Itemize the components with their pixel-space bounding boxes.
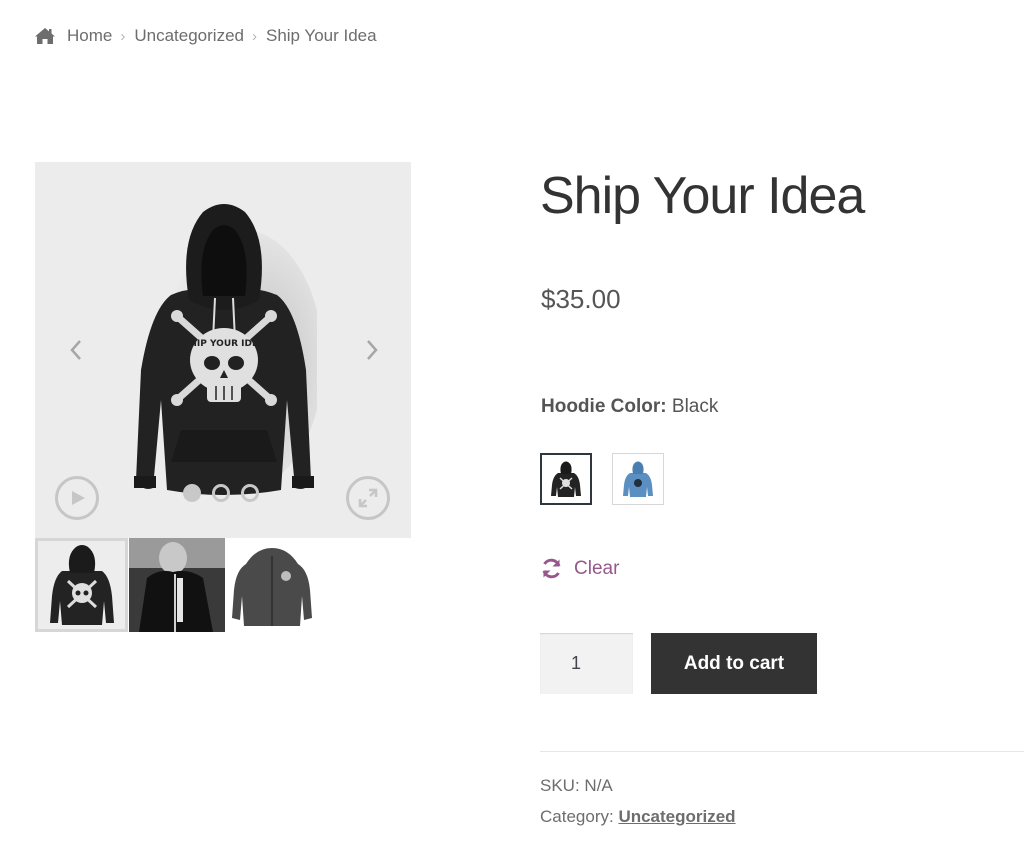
category-label: Category: bbox=[540, 807, 614, 826]
clear-label: Clear bbox=[574, 557, 620, 579]
clear-selection-link[interactable]: Clear bbox=[540, 557, 619, 580]
black-hoodie-swatch-image bbox=[551, 461, 581, 497]
breadcrumb-current: Ship Your Idea bbox=[265, 26, 377, 45]
gallery-pagination bbox=[183, 484, 259, 502]
variation-selected-value: Black bbox=[671, 396, 719, 417]
product-price: $35.00 bbox=[541, 284, 621, 314]
divider bbox=[540, 751, 1024, 752]
zip-hoodie-image bbox=[232, 548, 312, 626]
gallery-dot-2[interactable] bbox=[212, 484, 230, 502]
sku-label: SKU: bbox=[540, 776, 580, 795]
black-hoodie-image: SHIP YOUR IDEA bbox=[134, 204, 317, 495]
color-swatches bbox=[540, 453, 664, 505]
play-icon bbox=[72, 491, 85, 505]
gallery-thumbnails bbox=[35, 538, 320, 632]
home-icon bbox=[35, 28, 55, 44]
gallery-dot-1[interactable] bbox=[183, 484, 201, 502]
breadcrumb-separator-icon: › bbox=[120, 27, 126, 45]
refresh-icon bbox=[542, 558, 561, 579]
variation-attribute-name: Hoodie Color bbox=[541, 396, 661, 417]
breadcrumb: Home › Uncategorized › Ship Your Idea bbox=[34, 22, 377, 50]
gallery-prev-arrow-icon[interactable] bbox=[65, 336, 87, 364]
swatch-blue[interactable] bbox=[612, 453, 664, 505]
breadcrumb-category-link[interactable]: Uncategorized bbox=[134, 26, 244, 46]
product-title: Ship Your Idea bbox=[540, 167, 865, 225]
play-video-button[interactable] bbox=[55, 476, 99, 520]
gallery-dot-3[interactable] bbox=[241, 484, 259, 502]
gallery-next-arrow-icon[interactable] bbox=[361, 336, 383, 364]
category-link[interactable]: Uncategorized bbox=[618, 807, 735, 826]
breadcrumb-home-link[interactable]: Home bbox=[67, 26, 112, 46]
quantity-input[interactable] bbox=[540, 633, 633, 694]
sku-value: N/A bbox=[584, 776, 613, 795]
zoom-fullscreen-button[interactable] bbox=[346, 476, 390, 520]
thumbnail-model-hoodie[interactable] bbox=[129, 538, 225, 632]
add-to-cart-button[interactable]: Add to cart bbox=[651, 633, 817, 694]
variation-label: Hoodie Color: Black bbox=[541, 396, 718, 418]
thumbnail-black-hoodie[interactable] bbox=[35, 538, 128, 632]
thumbnail-zip-hoodie[interactable] bbox=[226, 538, 320, 632]
variation-separator: : bbox=[660, 396, 667, 417]
black-hoodie-thumb-image bbox=[50, 545, 114, 625]
blue-hoodie-swatch-image bbox=[623, 461, 653, 497]
expand-icon bbox=[358, 488, 378, 508]
model-wearing-hoodie-image bbox=[129, 538, 225, 632]
swatch-black[interactable] bbox=[540, 453, 592, 505]
hoodie-print-text: SHIP YOUR IDEA bbox=[183, 339, 265, 349]
product-gallery-main-image[interactable]: SHIP YOUR IDEA bbox=[35, 162, 411, 538]
product-category: Category: Uncategorized bbox=[540, 807, 736, 827]
product-sku: SKU: N/A bbox=[540, 776, 613, 796]
breadcrumb-separator-icon: › bbox=[251, 27, 257, 45]
